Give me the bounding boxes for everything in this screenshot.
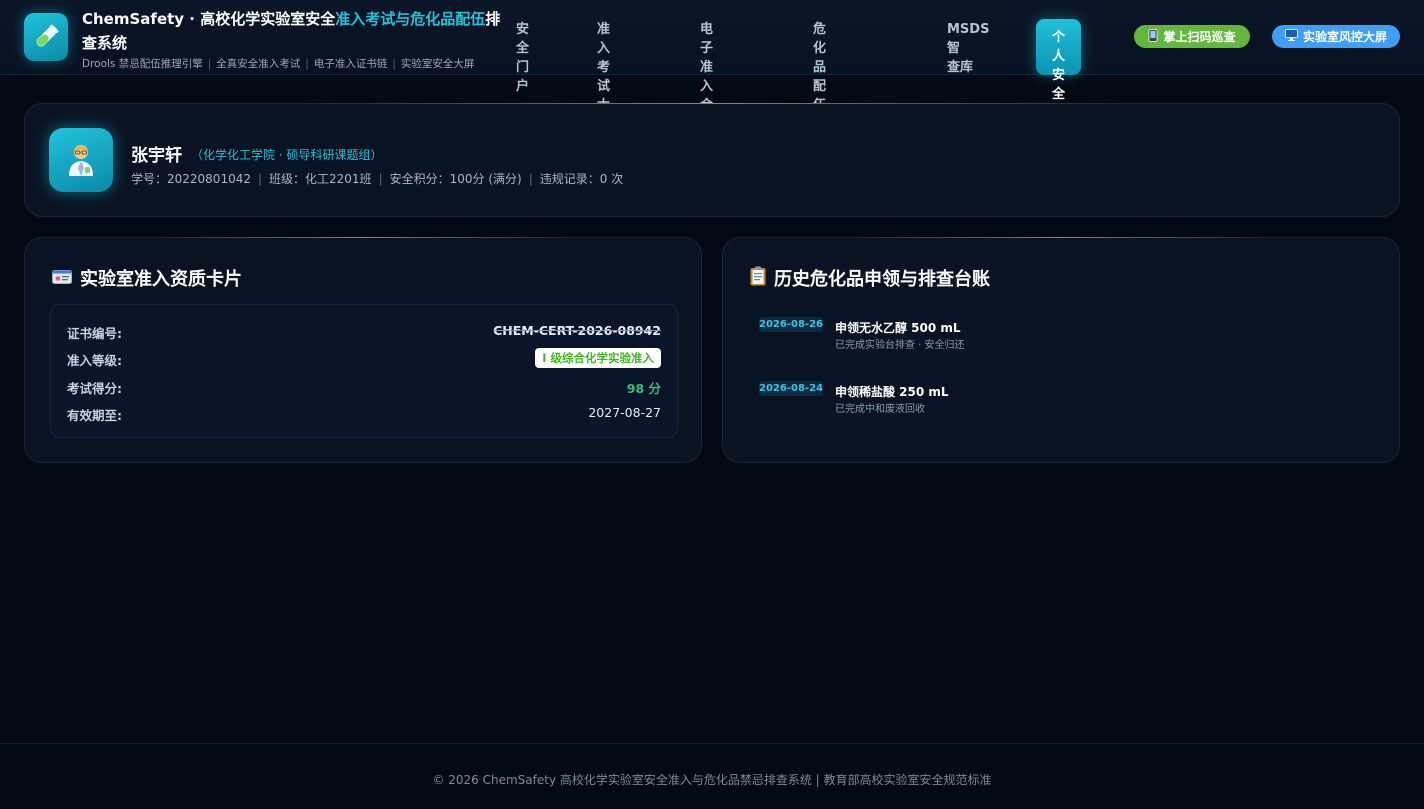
entry-date: 2026-08-24 <box>759 381 823 396</box>
risk-screen-button[interactable]: 实验室风控大屏 <box>1272 25 1400 48</box>
exam-score-row: 考试得分: 98 分 <box>67 376 661 396</box>
app-title: ChemSafety · 高校化学实验室安全准入考试与危化品配伍排查系统 <box>82 10 501 52</box>
mobile-scan-button[interactable]: 掌上扫码巡查 <box>1134 25 1250 48</box>
app-subtitle: Drools 禁忌配伍推理引擎 | 全真安全准入考试 | 电子准入证书链 | 实验室安全大屏 <box>82 58 475 70</box>
entry-title: 申领稀盐酸 250 mL <box>835 385 949 399</box>
access-level-badge: I 级综合化学实验准入 <box>535 348 661 368</box>
nav-personal-archive[interactable]: 个人安全档案 <box>1036 19 1082 140</box>
footer-copyright: © 2026 ChemSafety 高校化学实验室安全准入与危化品禁忌排查系统 … <box>432 773 992 787</box>
top-bar: ChemSafety · 高校化学实验室安全准入考试与危化品配伍排查系统 Dro… <box>0 0 1424 189</box>
chemical-ledger-card: 历史危化品申领与排查台账 2026-08-26 申领无水乙醇 500 mL 已完… <box>722 237 1400 463</box>
student-department: （化学化工学院 · 硕导科研课题组） <box>191 148 383 162</box>
student-meta: 学号：20220801042 | 班级：化工2201班 | 安全积分：100分 (满分)… <box>131 172 624 186</box>
qualification-card: 实验室准入资质卡片 证书编号: CHEM-CERT-2026-08942 准入等… <box>24 237 702 463</box>
nav-msds-library[interactable]: MSDS 智查库 <box>947 20 989 77</box>
clipboard-icon <box>750 266 766 291</box>
student-name: 张宇轩 <box>131 146 182 166</box>
valid-until: 2027-08-27 <box>588 405 661 420</box>
qualification-title: 实验室准入资质卡片 <box>52 265 242 291</box>
exam-score: 98 分 <box>626 381 661 396</box>
phone-icon <box>1148 28 1158 45</box>
nav-safety-portal[interactable]: 安全门户 <box>516 20 529 96</box>
profile-card: 张宇轩 （化学化工学院 · 硕导科研课题组） 学号：20220801042 | 班级… <box>24 103 1400 217</box>
entry-title: 申领无水乙醇 500 mL <box>835 321 961 335</box>
test-tube-logo-icon[interactable] <box>24 13 68 61</box>
entry-description: 已完成实验台排查 · 安全归还 <box>835 340 965 351</box>
scientist-avatar-icon <box>49 128 113 192</box>
ledger-title: 历史危化品申领与排查台账 <box>750 265 990 291</box>
id-card-icon <box>52 268 72 289</box>
valid-until-row: 有效期至: 2027-08-27 <box>67 405 661 423</box>
monitor-icon <box>1285 29 1298 44</box>
page-footer: © 2026 ChemSafety 高校化学实验室安全准入与危化品禁忌排查系统 … <box>0 743 1424 809</box>
qualification-details: 证书编号: CHEM-CERT-2026-08942 准入等级: I 级综合化学… <box>50 304 678 438</box>
access-level-row: 准入等级: I 级综合化学实验准入 <box>67 348 661 368</box>
entry-description: 已完成中和废液回收 <box>835 404 925 415</box>
cert-number-row: 证书编号: CHEM-CERT-2026-08942 <box>67 323 661 341</box>
entry-date: 2026-08-26 <box>759 317 823 332</box>
cert-number: CHEM-CERT-2026-08942 <box>493 323 661 338</box>
